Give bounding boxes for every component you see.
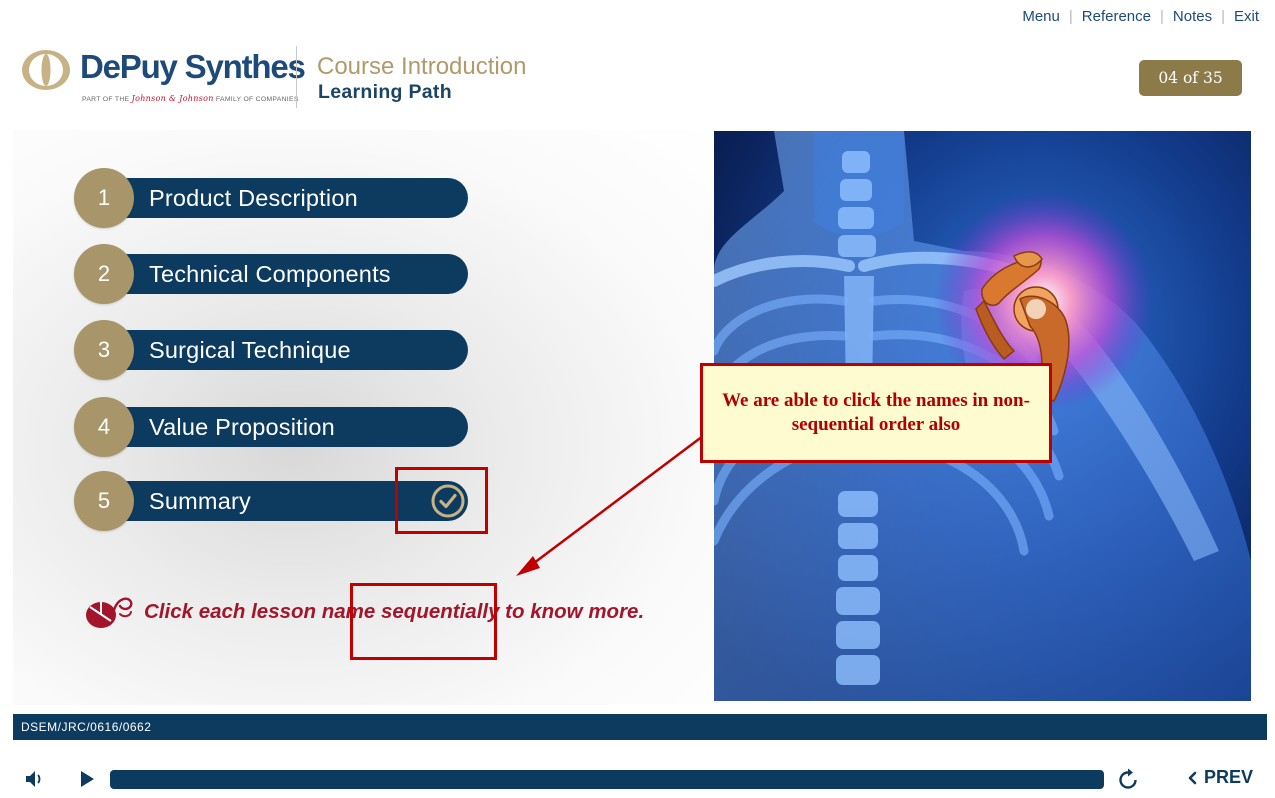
chevron-left-icon (1188, 771, 1197, 784)
progress-bar[interactable] (110, 770, 1104, 789)
prev-label: PREV (1204, 767, 1254, 787)
player-controls: PREV (0, 760, 1275, 798)
prev-button[interactable]: PREV (1186, 767, 1253, 788)
annotation-arrow-icon (516, 435, 704, 576)
footer-code-bar: DSEM/JRC/0616/0662 (13, 714, 1267, 740)
volume-icon[interactable] (24, 769, 46, 789)
annotation-callout: We are able to click the names in non-se… (700, 363, 1052, 463)
replay-icon[interactable] (1116, 768, 1140, 792)
play-icon[interactable] (78, 769, 96, 789)
